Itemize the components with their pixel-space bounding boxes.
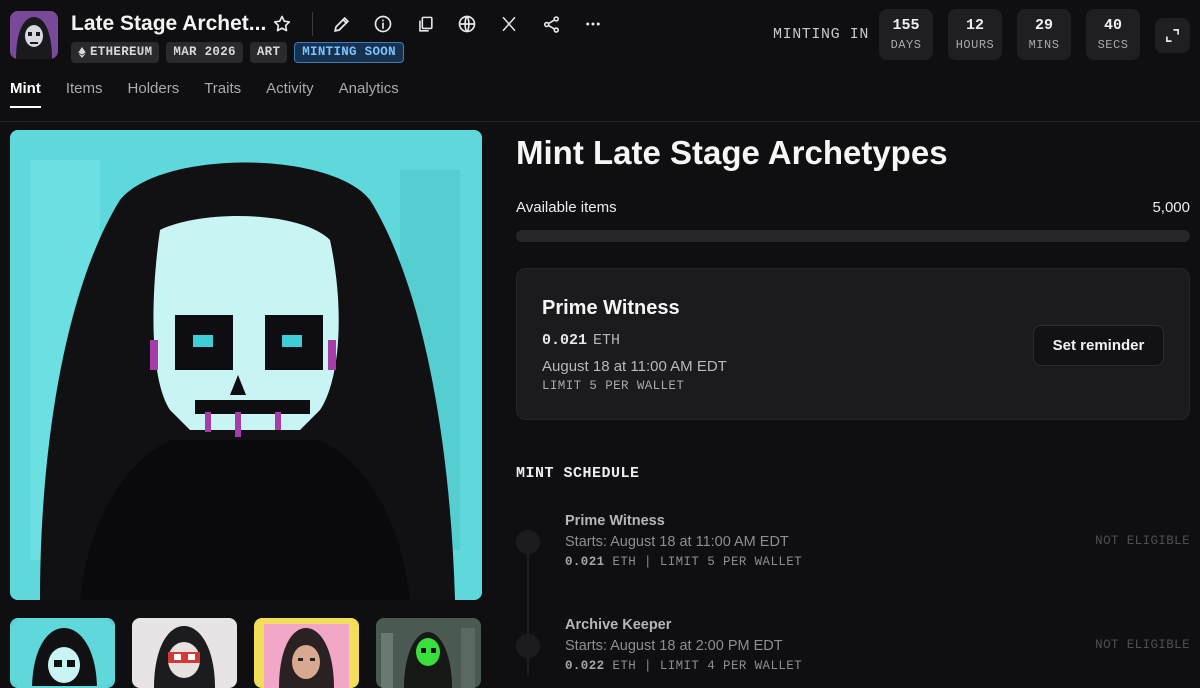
phase-2-terms: ETH | LIMIT 4 PER WALLET bbox=[612, 659, 803, 673]
tab-items[interactable]: Items bbox=[66, 80, 103, 108]
countdown-days-value: 155 bbox=[892, 17, 920, 34]
countdown-hours: 12 HOURS bbox=[948, 9, 1002, 60]
schedule-phase-2: Archive Keeper Starts: August 18 at 2:00… bbox=[565, 617, 802, 673]
phase-2-details: 0.022 ETH | LIMIT 4 PER WALLET bbox=[565, 659, 802, 673]
current-phase-card: Prime Witness 0.021 ETH August 18 at 11:0… bbox=[516, 268, 1190, 420]
countdown-mins-value: 29 bbox=[1034, 17, 1053, 34]
tab-holders[interactable]: Holders bbox=[128, 80, 180, 108]
globe-icon[interactable] bbox=[455, 12, 479, 36]
collection-header: Late Stage Archet... ETHEREUM MAR 2026 A… bbox=[0, 0, 1200, 70]
set-reminder-button[interactable]: Set reminder bbox=[1033, 325, 1164, 366]
countdown-label: MINTING IN bbox=[773, 26, 870, 43]
current-phase-currency: ETH bbox=[593, 332, 621, 349]
category-tag: ART bbox=[249, 42, 288, 63]
status-badge: MINTING SOON bbox=[294, 42, 404, 63]
tab-activity[interactable]: Activity bbox=[266, 80, 314, 108]
phase-1-status: NOT ELIGIBLE bbox=[1095, 534, 1190, 548]
phase-1-dot bbox=[516, 530, 540, 554]
schedule-phase-1: Prime Witness Starts: August 18 at 11:00… bbox=[565, 513, 802, 569]
pencil-icon[interactable] bbox=[329, 12, 353, 36]
countdown-days: 155 DAYS bbox=[879, 9, 933, 60]
ethereum-icon bbox=[78, 47, 86, 58]
countdown-secs: 40 SECS bbox=[1086, 9, 1140, 60]
phase-1-details: 0.021 ETH | LIMIT 5 PER WALLET bbox=[565, 555, 802, 569]
current-phase-date: August 18 at 11:00 AM EDT bbox=[542, 358, 727, 375]
current-phase-limit: LIMIT 5 PER WALLET bbox=[542, 379, 685, 393]
toolbar-divider bbox=[312, 12, 313, 36]
copy-icon[interactable] bbox=[413, 12, 437, 36]
available-items-value: 5,000 bbox=[1152, 199, 1190, 216]
collection-hero-image[interactable] bbox=[10, 130, 482, 600]
chain-tag: ETHEREUM bbox=[71, 42, 160, 63]
countdown-secs-unit: SECS bbox=[1097, 38, 1129, 52]
chain-tag-label: ETHEREUM bbox=[90, 45, 153, 59]
tab-traits[interactable]: Traits bbox=[204, 80, 241, 108]
toolbar bbox=[270, 12, 623, 36]
mint-progress-bar bbox=[516, 230, 1190, 242]
thumbnail-4[interactable] bbox=[376, 618, 481, 688]
countdown-mins-unit: MINS bbox=[1028, 38, 1060, 52]
star-icon[interactable] bbox=[270, 12, 294, 36]
phase-1-name: Prime Witness bbox=[565, 513, 665, 529]
tab-analytics[interactable]: Analytics bbox=[339, 80, 399, 108]
countdown-hours-value: 12 bbox=[965, 17, 984, 34]
tab-mint[interactable]: Mint bbox=[10, 80, 41, 108]
available-items-label: Available items bbox=[516, 199, 617, 216]
phase-2-dot bbox=[516, 634, 540, 658]
expand-button[interactable] bbox=[1155, 18, 1190, 53]
phase-2-status: NOT ELIGIBLE bbox=[1095, 638, 1190, 652]
tab-bar: Mint Items Holders Traits Activity Analy… bbox=[10, 80, 424, 108]
date-tag: MAR 2026 bbox=[166, 42, 243, 63]
info-icon[interactable] bbox=[371, 12, 395, 36]
x-icon[interactable] bbox=[497, 12, 521, 36]
mint-title: Mint Late Stage Archetypes bbox=[516, 134, 948, 171]
countdown-secs-value: 40 bbox=[1103, 17, 1122, 34]
mint-schedule-title: MINT SCHEDULE bbox=[516, 465, 640, 482]
thumbnail-3[interactable] bbox=[254, 618, 359, 688]
collection-tags: ETHEREUM MAR 2026 ART MINTING SOON bbox=[71, 42, 404, 63]
more-icon[interactable] bbox=[581, 12, 605, 36]
phase-1-terms: ETH | LIMIT 5 PER WALLET bbox=[612, 555, 803, 569]
collection-avatar[interactable] bbox=[10, 11, 58, 59]
countdown-days-unit: DAYS bbox=[890, 38, 922, 52]
thumbnail-strip bbox=[10, 618, 481, 688]
current-phase-price: 0.021 ETH bbox=[542, 332, 620, 349]
phase-2-starts: Starts: August 18 at 2:00 PM EDT bbox=[565, 638, 783, 654]
thumbnail-1[interactable] bbox=[10, 618, 115, 688]
phase-1-price: 0.021 bbox=[565, 555, 605, 569]
phase-2-price: 0.022 bbox=[565, 659, 605, 673]
collection-title: Late Stage Archet... bbox=[71, 12, 267, 35]
header-divider bbox=[0, 121, 1200, 122]
share-icon[interactable] bbox=[539, 12, 563, 36]
current-phase-price-value: 0.021 bbox=[542, 332, 588, 349]
phase-2-name: Archive Keeper bbox=[565, 617, 672, 633]
expand-icon bbox=[1166, 29, 1179, 42]
current-phase-name: Prime Witness bbox=[542, 297, 680, 319]
countdown-hours-unit: HOURS bbox=[955, 38, 995, 52]
phase-1-starts: Starts: August 18 at 11:00 AM EDT bbox=[565, 534, 789, 550]
thumbnail-2[interactable] bbox=[132, 618, 237, 688]
countdown-mins: 29 MINS bbox=[1017, 9, 1071, 60]
